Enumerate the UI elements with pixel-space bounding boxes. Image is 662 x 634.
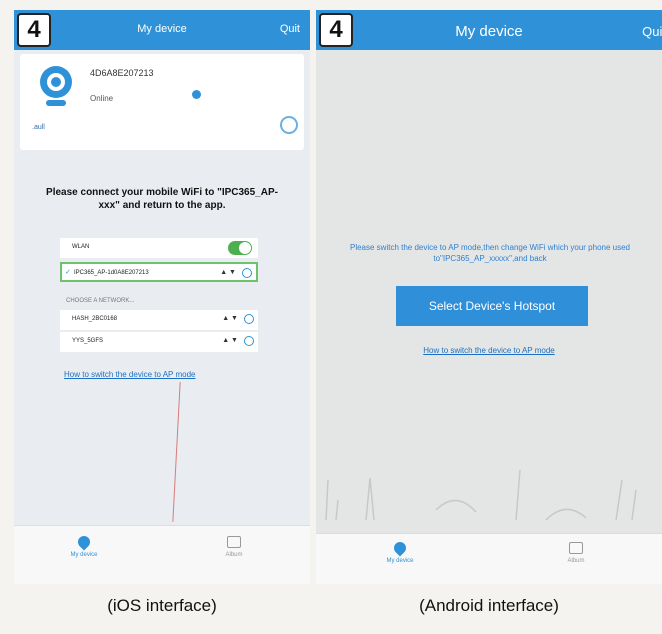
choose-network-label: CHOOSE A NETWORK...: [66, 298, 135, 304]
current-network-name: IPC365_AP-1d0A8E207213: [74, 270, 149, 276]
lock-wifi-icon: ▲ ▼: [222, 337, 238, 344]
ios-tab-bar: My device Album: [14, 525, 310, 584]
device-status: Online: [90, 94, 114, 103]
tab-album[interactable]: Album: [546, 542, 606, 564]
network-row[interactable]: YYS_5GFS ▲ ▼: [60, 332, 258, 352]
android-quit-button[interactable]: Quit: [642, 24, 662, 39]
ios-screen: 4 My device Quit 4D6A8E207213 Online .au…: [14, 10, 310, 584]
location-pin-icon: [391, 539, 409, 557]
tab-label: My device: [386, 558, 414, 564]
info-icon[interactable]: [244, 314, 254, 324]
network-row[interactable]: HASH_2BC0168 ▲ ▼: [60, 310, 258, 330]
switch-instruction: Please switch the device to AP mode,then…: [349, 243, 630, 263]
tab-label: Album: [225, 552, 243, 558]
android-tab-bar: My device Album: [316, 533, 662, 584]
lock-wifi-icon: ▲ ▼: [222, 315, 238, 322]
network-name: YYS_5GFS: [72, 338, 104, 344]
ios-title: My device: [137, 23, 187, 35]
wlan-row[interactable]: WLAN: [60, 238, 258, 258]
android-title: My device: [455, 23, 523, 40]
location-pin-icon: [75, 533, 93, 551]
lock-wifi-icon: ▲ ▼: [220, 269, 236, 276]
device-card[interactable]: 4D6A8E207213 Online .aull: [20, 54, 304, 150]
album-icon: [569, 542, 583, 554]
check-icon: ✓: [65, 269, 71, 276]
ap-mode-help-link[interactable]: How to switch the device to AP mode: [316, 346, 662, 355]
tab-label: My device: [70, 552, 98, 558]
info-icon[interactable]: [242, 268, 252, 278]
android-screen: 4 My device Quit Please switch the devic…: [316, 10, 662, 584]
gear-icon[interactable]: [280, 116, 298, 134]
tab-label: Album: [567, 558, 585, 564]
wlan-toggle[interactable]: [228, 241, 252, 255]
wifi-settings-list: WLAN ✓ IPC365_AP-1d0A8E207213 ▲ ▼ CHOOSE…: [60, 238, 258, 354]
pen-mark: [172, 382, 181, 522]
android-caption: (Android interface): [419, 596, 559, 615]
device-id: 4D6A8E207213: [90, 68, 154, 78]
background-sketch: [325, 469, 637, 521]
connect-instruction: Please connect your mobile WiFi to "IPC3…: [46, 187, 278, 211]
tab-album[interactable]: Album: [204, 536, 264, 558]
ap-mode-help-link[interactable]: How to switch the device to AP mode: [64, 370, 195, 379]
tab-my-device[interactable]: My device: [54, 533, 114, 558]
ios-quit-button[interactable]: Quit: [280, 23, 300, 35]
tab-my-device[interactable]: My device: [370, 539, 430, 564]
android-top-bar: 4 My device Quit: [316, 10, 662, 50]
signal-strength: .aull: [32, 124, 45, 131]
wlan-label: WLAN: [72, 244, 90, 250]
ios-top-bar: 4 My device Quit: [14, 10, 310, 50]
status-dot: [192, 90, 201, 99]
info-icon[interactable]: [244, 336, 254, 346]
network-name: HASH_2BC0168: [72, 316, 118, 322]
ios-caption: (iOS interface): [107, 596, 217, 615]
current-network-row[interactable]: ✓ IPC365_AP-1d0A8E207213 ▲ ▼: [60, 262, 258, 282]
select-hotspot-button[interactable]: Select Device's Hotspot: [396, 286, 588, 326]
album-icon: [227, 536, 241, 548]
camera-icon: [40, 66, 72, 106]
